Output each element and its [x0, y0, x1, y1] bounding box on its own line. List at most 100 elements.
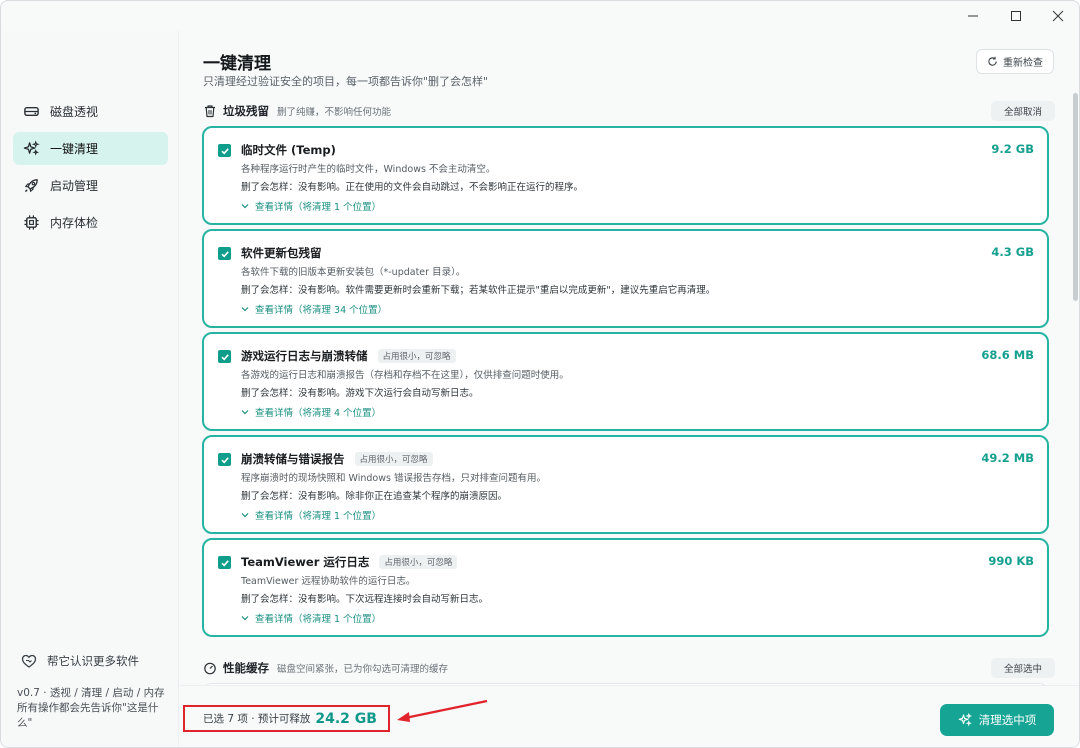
item-impact: 删了会怎样：没有影响。正在使用的文件会自动跳过，不会影响正在运行的程序。: [241, 182, 584, 193]
selection-summary: 已选 7 项 · 预计可释放 24.2 GB: [183, 705, 390, 732]
sidebar-item-startup[interactable]: 启动管理: [13, 169, 168, 202]
view-details-link[interactable]: 查看详情（将清理 1 个位置）: [241, 199, 381, 213]
minimize-button[interactable]: [950, 1, 996, 31]
chevron-down-icon: [241, 616, 249, 621]
item-title-text: TeamViewer 运行日志: [241, 555, 370, 569]
maximize-icon: [1011, 11, 1021, 21]
item-title: 崩溃转储与错误报告 占用很小，可忽略: [241, 451, 433, 467]
scrollbar-thumb[interactable]: [1073, 93, 1078, 301]
chevron-down-icon: [241, 204, 249, 209]
item-description: TeamViewer 远程协助软件的运行日志。: [241, 576, 416, 587]
item-description: 程序崩溃时的现场快照和 Windows 错误报告存档，只对排查问题有用。: [241, 473, 546, 484]
item-impact: 删了会怎样：没有影响。除非你正在追查某个程序的崩溃原因。: [241, 491, 508, 502]
item-checkbox[interactable]: [218, 350, 231, 363]
sidebar-item-disk[interactable]: 磁盘透视: [13, 95, 168, 128]
item-title-text: 崩溃转储与错误报告: [241, 452, 345, 466]
sidebar-item-label: 磁盘透视: [50, 105, 99, 119]
check-icon: [220, 559, 229, 566]
help-improve-link[interactable]: 帮它认识更多软件: [21, 653, 139, 669]
item-tag: 占用很小，可忽略: [377, 349, 456, 363]
deselect-all-button[interactable]: 全部取消: [991, 101, 1055, 121]
app-window: 磁盘透视 一键清理 启动管理 内存体检 帮它认识更多软件 v0.7 · 透视 /…: [0, 0, 1080, 748]
cleanup-card-temp[interactable]: 临时文件 (Temp) 各种程序运行时产生的临时文件，Windows 不会主动清…: [202, 126, 1049, 225]
item-tag: 占用很小，可忽略: [379, 555, 458, 569]
summary-size: 24.2 GB: [315, 710, 377, 727]
sparkle-icon: [958, 713, 972, 727]
item-title: 软件更新包残留: [241, 245, 322, 261]
view-details-link[interactable]: 查看详情（将清理 4 个位置）: [241, 405, 381, 419]
view-details-label: 查看详情（将清理 1 个位置）: [255, 614, 382, 625]
view-details-label: 查看详情（将清理 1 个位置）: [255, 511, 382, 522]
item-tag: 占用很小，可忽略: [354, 452, 433, 466]
clean-selected-label: 清理选中项: [978, 713, 1037, 727]
sidebar-item-label: 启动管理: [50, 179, 99, 193]
heart-handshake-icon: [21, 654, 37, 668]
view-details-label: 查看详情（将清理 4 个位置）: [255, 408, 382, 419]
footer-bar: 已选 7 项 · 预计可释放 24.2 GB 清理选中项: [180, 685, 1079, 747]
sidebar-item-cleanup[interactable]: 一键清理: [13, 132, 168, 165]
sidebar-item-memory[interactable]: 内存体检: [13, 206, 168, 239]
sparkle-icon: [22, 140, 40, 158]
item-title-text: 游戏运行日志与崩溃转储: [241, 349, 368, 363]
item-checkbox[interactable]: [218, 453, 231, 466]
cleanup-card-crash-dumps[interactable]: 崩溃转储与错误报告 占用很小，可忽略 程序崩溃时的现场快照和 Windows 错误…: [202, 435, 1049, 534]
main-panel: 一键清理 只清理经过验证安全的项目，每一项都告诉你"删了会怎样" 重新检查 垃圾…: [180, 31, 1079, 747]
item-impact: 删了会怎样：没有影响。下次远程连接时会自动写新日志。: [241, 594, 489, 605]
view-details-link[interactable]: 查看详情（将清理 1 个位置）: [241, 611, 381, 625]
check-icon: [220, 250, 229, 257]
check-icon: [220, 456, 229, 463]
item-size: 4.3 GB: [991, 245, 1034, 259]
item-size: 990 KB: [988, 554, 1034, 568]
recheck-label: 重新检查: [1003, 58, 1043, 69]
view-details-link[interactable]: 查看详情（将清理 34 个位置）: [241, 302, 387, 316]
sidebar: 磁盘透视 一键清理 启动管理 内存体检 帮它认识更多软件 v0.7 · 透视 /…: [1, 31, 179, 747]
title-bar: [1, 1, 1079, 31]
section-title: 垃圾残留: [223, 104, 269, 118]
summary-text: 已选 7 项 · 预计可释放: [203, 713, 311, 725]
recheck-button[interactable]: 重新检查: [976, 49, 1054, 74]
minimize-icon: [968, 15, 978, 17]
version-note: v0.7 · 透视 / 清理 / 启动 / 内存 所有操作都会先告诉你"这是什么…: [17, 687, 165, 729]
chip-icon: [22, 214, 40, 232]
item-title-text: 软件更新包残留: [241, 246, 322, 260]
annotation-arrow: [397, 699, 488, 722]
item-description: 各游戏的运行日志和崩溃报告（存档和存档不在这里），仅供排查问题时使用。: [241, 370, 569, 381]
close-icon: [1052, 10, 1064, 22]
item-checkbox[interactable]: [218, 556, 231, 569]
page-subtitle: 只清理经过验证安全的项目，每一项都告诉你"删了会怎样": [203, 75, 489, 88]
view-details-link[interactable]: 查看详情（将清理 1 个位置）: [241, 508, 381, 522]
item-checkbox[interactable]: [218, 247, 231, 260]
trash-icon: [205, 105, 215, 118]
cleanup-list[interactable]: 垃圾残留 删了纯赚，不影响任何功能 全部取消 临时文件 (Temp) 各种程序运…: [180, 93, 1079, 693]
item-title: TeamViewer 运行日志 占用很小，可忽略: [241, 554, 458, 570]
cleanup-card-teamviewer[interactable]: TeamViewer 运行日志 占用很小，可忽略 TeamViewer 远程协助软…: [202, 538, 1049, 637]
view-details-label: 查看详情（将清理 1 个位置）: [255, 202, 382, 213]
item-title-text: 临时文件 (Temp): [241, 143, 336, 157]
cleanup-card-updater[interactable]: 软件更新包残留 各软件下载的旧版本更新安装包（*-updater 目录）。 删了…: [202, 229, 1049, 328]
view-details-label: 查看详情（将清理 34 个位置）: [255, 305, 388, 316]
rocket-icon: [22, 177, 40, 195]
section-note: 删了纯赚，不影响任何功能: [277, 107, 392, 118]
section-note: 磁盘空间紧张，已为你勾选可清理的缓存: [277, 664, 449, 675]
item-size: 68.6 MB: [981, 348, 1034, 362]
item-title: 临时文件 (Temp): [241, 142, 336, 158]
maximize-button[interactable]: [993, 1, 1039, 31]
item-impact: 删了会怎样：没有影响。软件需要更新时会重新下载；若某软件正提示"重启以完成更新"…: [241, 285, 716, 296]
section-header-junk: 垃圾残留 删了纯赚，不影响任何功能: [203, 103, 391, 119]
check-icon: [220, 147, 229, 154]
cleanup-card-game-logs[interactable]: 游戏运行日志与崩溃转储 占用很小，可忽略 各游戏的运行日志和崩溃报告（存档和存档不…: [202, 332, 1049, 431]
clean-selected-button[interactable]: 清理选中项: [940, 704, 1054, 736]
chevron-down-icon: [241, 410, 249, 415]
item-description: 各软件下载的旧版本更新安装包（*-updater 目录）。: [241, 267, 466, 278]
select-all-button[interactable]: 全部选中: [991, 658, 1055, 678]
section-title: 性能缓存: [223, 661, 269, 675]
chevron-down-icon: [241, 513, 249, 518]
close-button[interactable]: [1035, 1, 1079, 31]
help-improve-label: 帮它认识更多软件: [47, 654, 139, 668]
item-size: 49.2 MB: [981, 451, 1034, 465]
section-header-cache: 性能缓存 磁盘空间紧张，已为你勾选可清理的缓存: [203, 660, 448, 676]
sidebar-item-label: 一键清理: [50, 142, 99, 156]
item-checkbox[interactable]: [218, 144, 231, 157]
item-size: 9.2 GB: [991, 142, 1034, 156]
chevron-down-icon: [241, 307, 249, 312]
